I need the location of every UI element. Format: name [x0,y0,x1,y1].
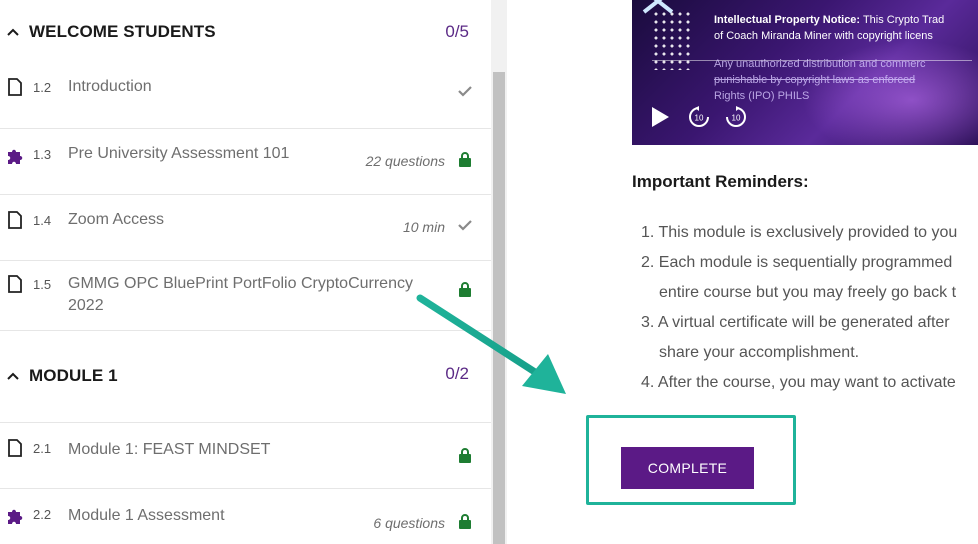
lock-icon [459,514,471,529]
lesson-title: Module 1: FEAST MINDSET [68,441,271,458]
lesson-list: WELCOME STUDENTS 0/5 1.2 Introduction 1.… [0,0,491,544]
lesson-item-2-2[interactable]: 2.2 Module 1 Assessment 6 questions [0,488,491,544]
reminder-item: 4. After the course, you may want to act… [641,374,956,391]
lesson-number: 1.2 [33,80,52,95]
video-dot-pattern [652,10,692,70]
lesson-meta: 6 questions [373,515,445,531]
lesson-title: Introduction [68,78,152,95]
page-icon [8,439,22,457]
lesson-item-1-3[interactable]: 1.3 Pre University Assessment 101 22 que… [0,128,491,194]
ip-notice-line-2: of Coach Miranda Miner with copyright li… [714,30,933,42]
reminder-item-continued: entire course but you may freely go back… [659,284,957,301]
forward-10-icon[interactable]: 10 [725,106,747,128]
lesson-title: Zoom Access [68,211,165,228]
play-icon[interactable] [650,106,670,128]
annotation-arrow [416,294,566,394]
lesson-number: 1.3 [33,147,52,162]
video-player[interactable]: Intellectual Property Notice: This Crypt… [632,0,978,145]
page-icon [8,211,22,229]
reminder-item: 1. This module is exclusively provided t… [641,224,958,241]
lesson-number: 1.5 [33,277,52,292]
lesson-number: 2.2 [33,507,52,522]
lock-icon [459,152,471,167]
lesson-item-1-2[interactable]: 1.2 Introduction [0,62,491,128]
lock-icon [459,448,471,463]
lesson-meta: 10 min [402,219,445,235]
reminders-heading: Important Reminders: [632,172,809,191]
reminder-item: 2. Each module is sequentially programme… [641,254,953,271]
puzzle-icon [8,509,23,524]
page-icon [8,275,22,293]
section-header-welcome[interactable]: WELCOME STUDENTS 0/5 [0,10,491,54]
section-title: WELCOME STUDENTS [29,22,216,41]
lesson-title: GMMG OPC BluePrint PortFolio CryptoCurre… [68,275,413,314]
logo-x-icon [642,0,674,14]
forward-label: 10 [732,114,741,123]
course-sidebar: WELCOME STUDENTS 0/5 1.2 Introduction 1.… [0,0,507,544]
lesson-meta: 22 questions [365,153,445,169]
chevron-up-icon [7,372,19,380]
section-title: MODULE 1 [29,366,118,385]
lesson-item-2-1[interactable]: 2.1 Module 1: FEAST MINDSET [0,422,491,488]
ip-notice-line-1: Intellectual Property Notice: This Crypt… [714,14,944,26]
ip-notice-line-3: Any unauthorized distribution and commer… [714,58,926,70]
puzzle-icon [8,149,23,164]
lesson-number: 1.4 [33,213,52,228]
rewind-10-icon[interactable]: 10 [688,106,710,128]
ip-notice-bold: Intellectual Property Notice: [714,14,861,26]
ip-notice-line-4: punishable by copyright laws as enforced [714,74,916,86]
video-glow [802,40,978,145]
rewind-label: 10 [695,114,704,123]
lesson-item-1-4[interactable]: 1.4 Zoom Access 10 min [0,194,491,260]
reminder-item: 3. A virtual certificate will be generat… [641,314,950,331]
ip-notice-line-5: Rights (IPO) PHILS [714,90,810,102]
chevron-up-icon [7,28,19,36]
check-icon [458,86,472,97]
complete-button[interactable]: COMPLETE [621,447,754,489]
section-progress: 0/5 [445,22,469,41]
check-icon [458,220,472,231]
reminder-item-continued: share your accomplishment. [659,344,860,361]
ip-notice-rest: This Crypto Trad [860,14,945,26]
page-icon [8,78,22,96]
lesson-number: 2.1 [33,441,52,456]
